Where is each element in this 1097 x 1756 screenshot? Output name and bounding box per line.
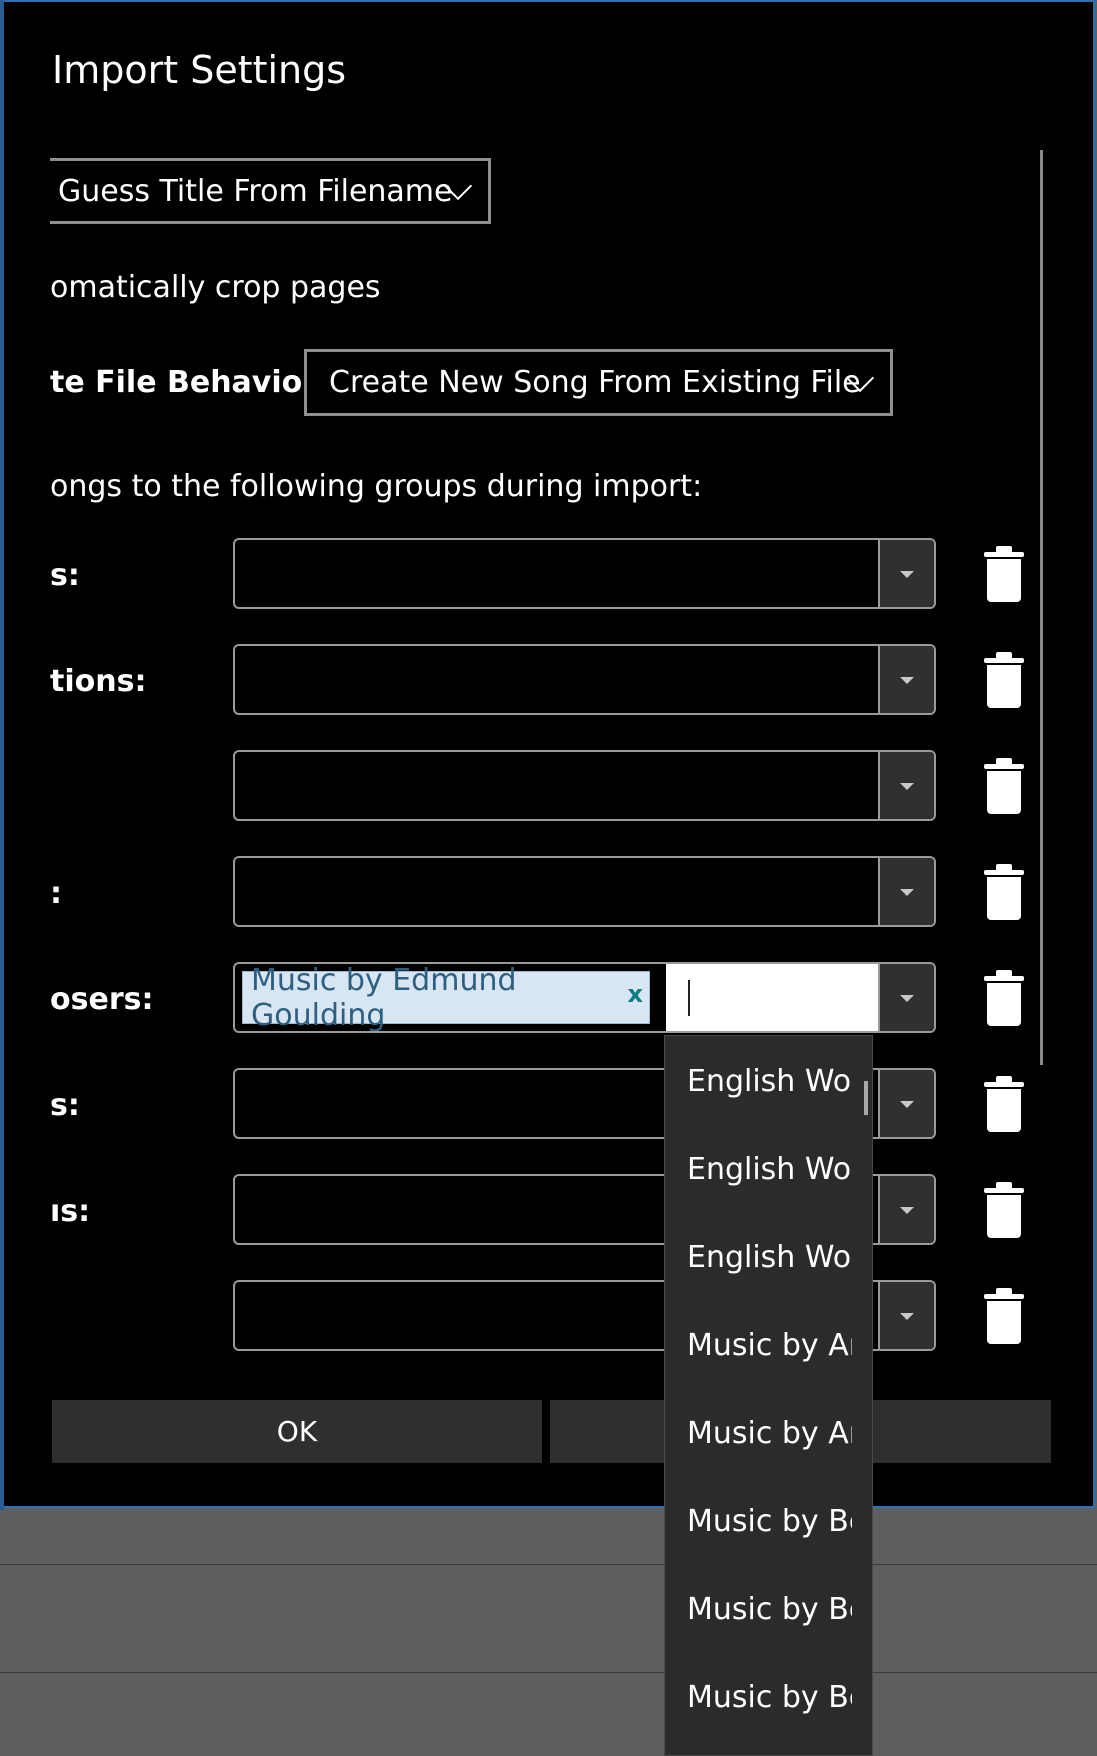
dropdown-option[interactable]: Music by An [687, 1322, 852, 1370]
group-label: tions: [50, 664, 147, 699]
auto-crop-option[interactable]: omatically crop pages [50, 270, 381, 305]
dropdown-arrow-icon[interactable] [878, 752, 934, 819]
group-label: : [50, 876, 62, 911]
selected-tag-chip: Music by Edmund Goulding x [242, 964, 650, 1031]
trash-icon[interactable] [984, 758, 1024, 814]
dropdown-arrow-icon[interactable] [878, 1070, 934, 1137]
chip-label: Music by Edmund Goulding [251, 962, 517, 1033]
group-label: osers: [50, 982, 154, 1017]
existing-file-behavior-dropdown[interactable]: Create New Song From Existing File [304, 349, 893, 416]
trash-icon[interactable] [984, 970, 1024, 1026]
trash-icon[interactable] [984, 546, 1024, 602]
ok-button[interactable]: OK [52, 1400, 542, 1463]
trash-icon[interactable] [984, 1076, 1024, 1132]
group-combobox[interactable] [233, 644, 936, 715]
group-combobox[interactable] [233, 750, 936, 821]
dropdown-option[interactable]: English Word [687, 1234, 852, 1282]
existing-file-behavior-label: te File Behavior: [50, 365, 330, 400]
group-label: s: [50, 1088, 80, 1123]
text-caret [688, 980, 690, 1016]
dropdown-option[interactable]: English Word [687, 1058, 852, 1106]
import-settings-dialog: Import Settings Guess Title From Filenam… [4, 0, 1095, 1508]
group-combobox[interactable] [233, 538, 936, 609]
group-suggestions-dropdown: English Word English Word English Word M… [664, 1035, 873, 1756]
trash-icon[interactable] [984, 1288, 1024, 1344]
title-source-dropdown[interactable]: Guess Title From Filename [50, 158, 491, 224]
dropdown-arrow-icon[interactable] [878, 646, 934, 713]
trash-icon[interactable] [984, 864, 1024, 920]
tag-search-input[interactable] [666, 964, 880, 1031]
background-divider [0, 1672, 1097, 1673]
remove-tag-icon[interactable]: x [628, 980, 643, 1008]
group-label: s: [50, 558, 80, 593]
dropdown-scrollbar[interactable] [864, 1081, 868, 1115]
existing-file-behavior-value: Create New Song From Existing File [329, 365, 861, 400]
groups-intro-text: ongs to the following groups during impo… [50, 469, 703, 504]
dropdown-arrow-icon[interactable] [878, 858, 934, 925]
group-combobox[interactable] [233, 856, 936, 927]
dropdown-option[interactable]: Music by Art [687, 1410, 852, 1458]
dropdown-arrow-icon[interactable] [878, 964, 934, 1031]
dropdown-option[interactable]: Music by Ber [687, 1674, 852, 1722]
trash-icon[interactable] [984, 1182, 1024, 1238]
dropdown-option[interactable]: Music by Ber [687, 1586, 852, 1634]
dropdown-option[interactable]: Music by Bea [687, 1498, 852, 1546]
dropdown-arrow-icon[interactable] [878, 1282, 934, 1349]
dialog-title: Import Settings [52, 48, 347, 92]
dropdown-arrow-icon[interactable] [878, 1176, 934, 1243]
dialog-scrollbar[interactable] [1040, 150, 1043, 1065]
group-label: ıs: [50, 1194, 91, 1229]
title-source-value: Guess Title From Filename [58, 173, 453, 209]
dropdown-option[interactable]: English Word [687, 1146, 852, 1194]
composers-combobox[interactable]: Music by Edmund Goulding x [233, 962, 936, 1033]
background-divider [0, 1564, 1097, 1565]
dropdown-arrow-icon[interactable] [878, 540, 934, 607]
trash-icon[interactable] [984, 652, 1024, 708]
